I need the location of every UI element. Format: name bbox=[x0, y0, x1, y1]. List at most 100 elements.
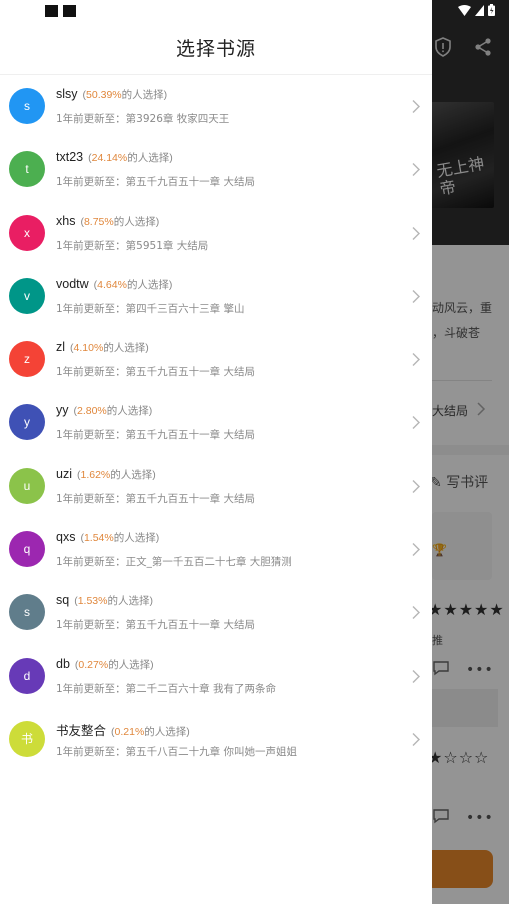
source-avatar: t bbox=[9, 151, 45, 188]
status-notifications bbox=[45, 5, 76, 17]
source-latest-chapter: 1年前更新至：第五千八百二十九章 你叫她一声姐姐 bbox=[56, 745, 298, 758]
source-name: qxs bbox=[56, 530, 76, 545]
source-name-line: txt23 (24.14%的人选择) bbox=[56, 150, 173, 165]
source-avatar: z bbox=[9, 341, 45, 378]
source-avatar: u bbox=[9, 467, 45, 504]
chevron-right-icon bbox=[412, 163, 420, 177]
source-latest-chapter: 1年前更新至：第五千九百五十一章 大结局 bbox=[56, 176, 256, 189]
popularity-percent: 4.10% bbox=[73, 342, 104, 355]
source-name: zl bbox=[56, 340, 66, 355]
source-name: db bbox=[56, 656, 70, 671]
popularity-suffix: 的人选择) bbox=[127, 152, 173, 165]
source-name: sq bbox=[56, 593, 70, 608]
source-name-line: yy (2.80%的人选择) bbox=[56, 403, 152, 418]
signal-icon bbox=[475, 4, 484, 16]
source-item[interactable]: v vodtw (4.64%的人选择) 1年前更新至：第四千三百六十三章 擎山 bbox=[0, 265, 432, 328]
source-avatar: 书 bbox=[9, 720, 45, 757]
source-latest-chapter: 1年前更新至：第3926章 牧家四天王 bbox=[56, 113, 230, 125]
source-latest-chapter: 1年前更新至：第四千三百六十三章 擎山 bbox=[56, 302, 245, 315]
popularity-percent: 2.80% bbox=[77, 405, 107, 418]
source-item[interactable]: s slsy (50.39%的人选择) 1年前更新至：第3926章 牧家四天王 bbox=[0, 75, 432, 138]
popularity-percent: 1.54% bbox=[83, 532, 114, 545]
popularity-suffix: 的人选择) bbox=[121, 89, 168, 101]
source-drawer: 选择书源 s slsy (50.39%的人选择) 1年前更新至：第3926章 牧家四天… bbox=[0, 0, 432, 904]
chevron-right-icon bbox=[412, 606, 420, 620]
chevron-right-icon bbox=[412, 543, 420, 557]
source-popularity: (4.10%的人选择) bbox=[70, 342, 149, 354]
source-item[interactable]: t txt23 (24.14%的人选择) 1年前更新至：第五千九百五十一章 大结局 bbox=[0, 138, 432, 201]
source-latest-chapter: 1年前更新至：第五千九百五十一章 大结局 bbox=[56, 429, 256, 442]
popularity-percent: 0.27% bbox=[78, 658, 109, 671]
source-popularity: (1.53%的人选择) bbox=[74, 595, 153, 607]
source-item[interactable]: 书书友整合 (0.21%的人选择) 1年前更新至：第五千八百二十九章 你叫她一声姐姐 bbox=[0, 708, 432, 771]
popularity-percent: 4.64% bbox=[97, 278, 127, 291]
source-avatar: q bbox=[9, 531, 45, 568]
source-latest-chapter: 1年前更新至：第5951章 大结局 bbox=[56, 239, 209, 252]
source-avatar: x bbox=[9, 214, 45, 251]
source-latest-chapter: 1年前更新至：第五千九百五十一章 大结局 bbox=[56, 366, 256, 379]
source-popularity: (0.21%的人选择) bbox=[111, 726, 190, 738]
source-name: vodtw bbox=[56, 276, 89, 291]
battery-icon bbox=[488, 4, 495, 16]
chevron-right-icon bbox=[412, 669, 420, 683]
popularity-suffix: 的人选择) bbox=[126, 278, 173, 291]
popularity-suffix: 的人选择) bbox=[113, 532, 160, 545]
popularity-percent: 0.21% bbox=[114, 725, 145, 738]
source-avatar: s bbox=[9, 88, 45, 124]
popularity-suffix: 的人选择) bbox=[110, 468, 156, 481]
chevron-right-icon bbox=[412, 289, 420, 303]
source-popularity: (0.27%的人选择) bbox=[75, 659, 154, 671]
chevron-right-icon bbox=[412, 416, 420, 430]
wifi-icon bbox=[458, 4, 471, 16]
chevron-right-icon bbox=[412, 226, 420, 240]
status-indicators bbox=[458, 4, 495, 16]
notification-icon bbox=[63, 5, 76, 17]
source-list: s slsy (50.39%的人选择) 1年前更新至：第3926章 牧家四天王 t txt… bbox=[0, 75, 432, 771]
source-popularity: (1.62%的人选择) bbox=[77, 469, 156, 481]
popularity-suffix: 的人选择) bbox=[107, 595, 153, 608]
popularity-suffix: 的人选择) bbox=[108, 658, 154, 671]
source-item[interactable]: u uzi (1.62%的人选择) 1年前更新至：第五千九百五十一章 大结局 bbox=[0, 455, 432, 518]
source-name-line: zl (4.10%的人选择) bbox=[56, 340, 149, 355]
source-avatar: y bbox=[9, 404, 45, 441]
source-item[interactable]: y yy (2.80%的人选择) 1年前更新至：第五千九百五十一章 大结局 bbox=[0, 391, 432, 454]
chevron-right-icon bbox=[412, 100, 420, 113]
source-item[interactable]: s sq (1.53%的人选择) 1年前更新至：第五千九百五十一章 大结局 bbox=[0, 581, 432, 644]
source-avatar: v bbox=[9, 277, 45, 314]
source-name-line: 书友整合 (0.21%的人选择) bbox=[56, 720, 190, 739]
popularity-suffix: 的人选择) bbox=[106, 405, 153, 418]
source-latest-chapter: 1年前更新至：正文_第一千五百二十七章 大胆猜测 bbox=[56, 556, 292, 569]
source-name: 书友整合 bbox=[56, 723, 107, 738]
source-latest-chapter: 1年前更新至：第二千二百六十章 我有了两条命 bbox=[56, 682, 277, 695]
popularity-percent: 1.62% bbox=[80, 468, 111, 481]
source-popularity: (2.80%的人选择) bbox=[74, 405, 153, 417]
popularity-percent: 50.39% bbox=[86, 89, 122, 101]
popularity-percent: 8.75% bbox=[83, 215, 114, 228]
source-name-line: xhs (8.75%的人选择) bbox=[56, 214, 159, 229]
chevron-right-icon bbox=[412, 479, 420, 493]
notification-icon bbox=[45, 5, 58, 17]
source-avatar: d bbox=[9, 657, 45, 694]
source-item[interactable]: d db (0.27%的人选择) 1年前更新至：第二千二百六十章 我有了两条命 bbox=[0, 645, 432, 708]
source-name-line: vodtw (4.64%的人选择) bbox=[56, 277, 172, 292]
source-name: txt23 bbox=[56, 150, 84, 165]
source-latest-chapter: 1年前更新至：第五千九百五十一章 大结局 bbox=[56, 492, 256, 505]
source-name-line: uzi (1.62%的人选择) bbox=[56, 467, 156, 482]
source-popularity: (24.14%的人选择) bbox=[88, 152, 173, 164]
source-item[interactable]: x xhs (8.75%的人选择) 1年前更新至：第5951章 大结局 bbox=[0, 202, 432, 265]
source-popularity: (50.39%的人选择) bbox=[83, 89, 168, 101]
source-name-line: qxs (1.54%的人选择) bbox=[56, 530, 159, 545]
source-name-line: sq (1.53%的人选择) bbox=[56, 593, 153, 608]
chevron-right-icon bbox=[412, 353, 420, 367]
chevron-right-icon bbox=[412, 732, 420, 746]
source-popularity: (1.54%的人选择) bbox=[80, 532, 159, 544]
popularity-percent: 24.14% bbox=[91, 152, 128, 165]
drawer-title: 选择书源 bbox=[175, 38, 256, 60]
source-item[interactable]: q qxs (1.54%的人选择) 1年前更新至：正文_第一千五百二十七章 大胆猜测 bbox=[0, 518, 432, 581]
source-name: uzi bbox=[56, 466, 72, 481]
source-item[interactable]: z zl (4.10%的人选择) 1年前更新至：第五千九百五十一章 大结局 bbox=[0, 328, 432, 391]
popularity-suffix: 的人选择) bbox=[144, 725, 190, 738]
source-popularity: (8.75%的人选择) bbox=[80, 216, 159, 228]
popularity-percent: 1.53% bbox=[77, 595, 108, 608]
popularity-suffix: 的人选择) bbox=[103, 342, 149, 355]
